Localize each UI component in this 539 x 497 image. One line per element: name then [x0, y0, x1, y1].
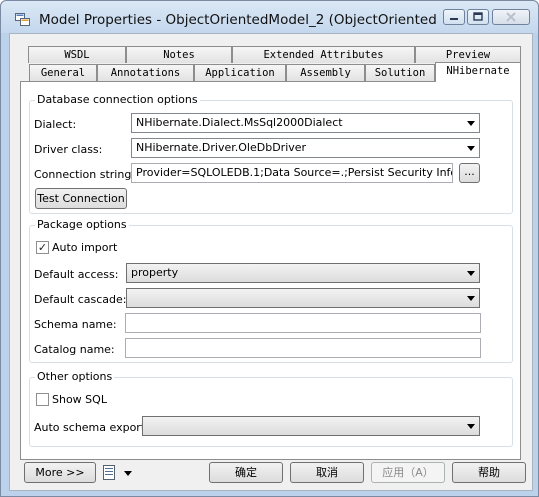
- document-icon: [103, 465, 115, 480]
- dialect-value: NHibernate.Dialect.MsSql2000Dialect: [136, 116, 343, 129]
- maximize-button[interactable]: [467, 9, 489, 25]
- auto-import-label: Auto import: [52, 241, 118, 254]
- auto-schema-export-select[interactable]: [142, 416, 480, 436]
- close-icon: [506, 12, 516, 22]
- title-bar[interactable]: Model Properties - ObjectOrientedModel_2…: [1, 1, 538, 33]
- chevron-down-icon: [467, 271, 475, 276]
- package-options-group-title: Package options: [35, 218, 129, 231]
- chevron-down-icon: [467, 146, 475, 151]
- cancel-button[interactable]: 取消: [290, 462, 364, 483]
- properties-window: Model Properties - ObjectOrientedModel_2…: [0, 0, 539, 497]
- window-title: Model Properties - ObjectOrientedModel_2…: [39, 12, 437, 28]
- show-sql-label: Show SQL: [52, 393, 107, 406]
- other-options-group: Other options Show SQL Auto schema expor…: [29, 370, 513, 447]
- tab-annotations[interactable]: Annotations: [97, 64, 194, 81]
- test-connection-button[interactable]: Test Connection: [35, 188, 127, 209]
- schema-name-label: Schema name:: [34, 318, 117, 331]
- tab-preview[interactable]: Preview: [415, 46, 521, 63]
- package-options-group: Package options ✓ Auto import Default ac…: [29, 218, 513, 363]
- schema-name-field[interactable]: [125, 313, 481, 333]
- default-access-value: property: [131, 266, 179, 279]
- tab-general[interactable]: General: [29, 64, 97, 81]
- display-options-dropdown[interactable]: [102, 463, 136, 483]
- driver-class-value: NHibernate.Driver.OleDbDriver: [136, 141, 307, 154]
- catalog-name-label: Catalog name:: [34, 343, 115, 356]
- more-button[interactable]: More >>: [24, 462, 96, 483]
- auto-import-checkbox[interactable]: ✓: [36, 241, 49, 254]
- database-connection-group-title: Database connection options: [35, 93, 200, 106]
- chevron-down-icon: [124, 471, 132, 476]
- show-sql-checkbox[interactable]: [36, 393, 49, 406]
- default-cascade-select[interactable]: [126, 288, 480, 308]
- default-access-label: Default access:: [34, 268, 119, 281]
- dialect-select[interactable]: NHibernate.Dialect.MsSql2000Dialect: [131, 113, 480, 133]
- chevron-down-icon: [467, 424, 475, 429]
- minimize-button[interactable]: [443, 9, 465, 25]
- tab-wsdl[interactable]: WSDL: [28, 46, 126, 63]
- dialog-client-area: WSDL Notes Extended Attributes Preview G…: [9, 33, 533, 491]
- other-options-group-title: Other options: [35, 370, 115, 383]
- connection-string-browse-button[interactable]: ...: [459, 163, 480, 183]
- apply-button[interactable]: 应用（A）: [371, 462, 445, 483]
- driver-class-select[interactable]: NHibernate.Driver.OleDbDriver: [131, 138, 480, 158]
- model-properties-icon: [15, 13, 30, 26]
- tab-extended-attributes[interactable]: Extended Attributes: [232, 46, 415, 63]
- default-cascade-label: Default cascade:: [34, 293, 127, 306]
- tab-assembly[interactable]: Assembly: [286, 64, 365, 81]
- minimize-icon: [450, 18, 458, 20]
- maximize-icon: [473, 12, 483, 21]
- connection-string-field[interactable]: Provider=SQLOLEDB.1;Data Source=.;Persis…: [131, 163, 453, 183]
- catalog-name-field[interactable]: [125, 338, 481, 358]
- chevron-down-icon: [467, 296, 475, 301]
- tab-nhibernate[interactable]: NHibernate: [435, 62, 521, 82]
- nhibernate-panel: Database connection options Dialect: NHi…: [20, 81, 521, 460]
- auto-schema-export-label: Auto schema export:: [34, 421, 149, 434]
- database-connection-group: Database connection options Dialect: NHi…: [29, 93, 513, 214]
- tab-application[interactable]: Application: [194, 64, 286, 81]
- close-button[interactable]: [492, 9, 530, 25]
- dialect-label: Dialect:: [34, 118, 77, 131]
- tab-notes[interactable]: Notes: [126, 46, 232, 63]
- connection-string-label: Connection string:: [34, 168, 136, 181]
- default-access-select[interactable]: property: [126, 263, 480, 283]
- chevron-down-icon: [467, 121, 475, 126]
- ok-button[interactable]: 确定: [209, 462, 283, 483]
- tab-solution[interactable]: Solution: [365, 64, 435, 81]
- help-button[interactable]: 帮助: [452, 462, 526, 483]
- driver-class-label: Driver class:: [34, 143, 103, 156]
